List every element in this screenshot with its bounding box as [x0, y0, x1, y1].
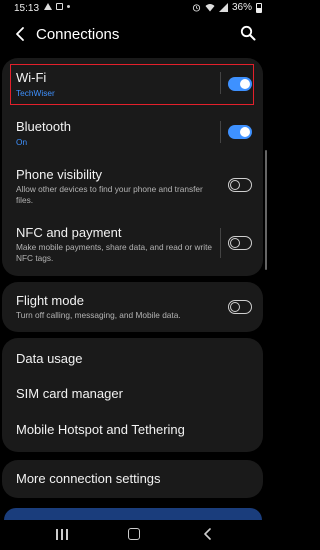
- data-usage-item[interactable]: Data usage: [2, 338, 263, 376]
- flight-mode-description: Turn off calling, messaging, and Mobile …: [16, 310, 181, 320]
- alarm-icon: [192, 4, 201, 12]
- phone-visibility-toggle[interactable]: [228, 178, 252, 192]
- dot-icon: [67, 5, 70, 8]
- divider: [220, 121, 221, 143]
- bluetooth-status: On: [16, 137, 28, 147]
- flight-mode-card: Flight mode Turn off calling, messaging,…: [2, 282, 263, 332]
- divider: [220, 228, 221, 258]
- warning-icon: [44, 3, 52, 10]
- battery-percent: 36%: [231, 2, 252, 13]
- home-icon[interactable]: [128, 528, 140, 540]
- cell-signal-icon: [218, 3, 228, 12]
- back-arrow-icon[interactable]: [12, 24, 30, 44]
- sim-manager-label: SIM card manager: [16, 386, 123, 401]
- scrollbar[interactable]: [265, 150, 267, 270]
- status-time: 15:13: [14, 3, 40, 14]
- sim-manager-item[interactable]: SIM card manager: [2, 376, 263, 412]
- battery-icon: [256, 2, 262, 13]
- navigation-bar: [0, 520, 268, 550]
- more-connection-settings-label: More connection settings: [16, 471, 161, 486]
- bluetooth-toggle[interactable]: [228, 125, 252, 139]
- app-bar: Connections: [0, 18, 268, 52]
- nfc-row[interactable]: NFC and payment Make mobile payments, sh…: [2, 218, 263, 274]
- nfc-toggle[interactable]: [228, 236, 252, 250]
- more-connection-settings-item[interactable]: More connection settings: [2, 460, 263, 498]
- phone-visibility-label: Phone visibility: [16, 167, 102, 182]
- system-status-icons: 36%: [192, 2, 262, 13]
- page-title: Connections: [36, 26, 120, 43]
- recent-apps-icon[interactable]: [56, 529, 68, 540]
- more-settings-card: More connection settings: [2, 460, 263, 498]
- nfc-description: Make mobile payments, share data, and re…: [16, 242, 212, 263]
- status-bar: 15:13 36%: [0, 0, 268, 18]
- flight-mode-row[interactable]: Flight mode Turn off calling, messaging,…: [2, 282, 263, 332]
- phone-visibility-row[interactable]: Phone visibility Allow other devices to …: [2, 160, 263, 214]
- gallery-icon: [56, 3, 63, 10]
- bluetooth-label: Bluetooth: [16, 119, 71, 134]
- wifi-highlight-box: [10, 64, 254, 105]
- hotspot-label: Mobile Hotspot and Tethering: [16, 422, 185, 437]
- notification-icons: [44, 3, 70, 10]
- nfc-label: NFC and payment: [16, 225, 122, 240]
- search-icon[interactable]: [240, 25, 256, 41]
- nav-back-icon[interactable]: [203, 528, 213, 540]
- phone-visibility-description: Allow other devices to find your phone a…: [16, 184, 203, 205]
- bluetooth-row[interactable]: Bluetooth On: [2, 110, 263, 158]
- flight-mode-toggle[interactable]: [228, 300, 252, 314]
- flight-mode-label: Flight mode: [16, 293, 84, 308]
- network-menu-card: Data usage SIM card manager Mobile Hotsp…: [2, 338, 263, 452]
- data-usage-label: Data usage: [16, 351, 83, 366]
- hotspot-item[interactable]: Mobile Hotspot and Tethering: [2, 412, 263, 450]
- wifi-signal-icon: [205, 4, 215, 12]
